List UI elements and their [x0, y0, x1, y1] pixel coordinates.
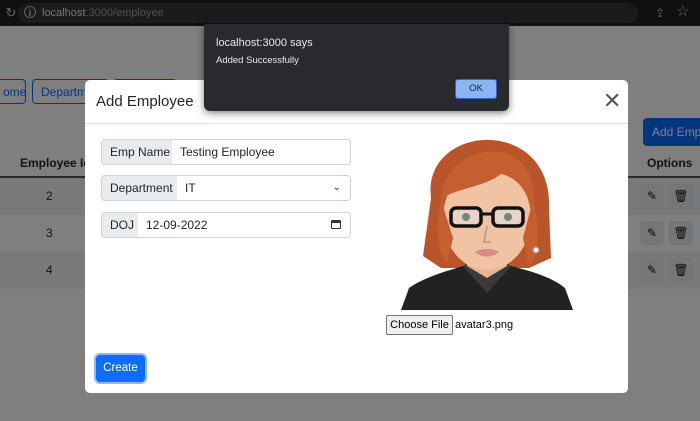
avatar-eye-right [504, 213, 512, 221]
modal-title: Add Employee [96, 93, 194, 110]
department-label: Department [101, 175, 178, 201]
employee-avatar-image [401, 139, 573, 310]
chevron-down-icon: ⌄ [332, 182, 341, 193]
doj-group: DOJ 12-09-2022 [101, 212, 351, 238]
choose-file-button[interactable]: Choose File [386, 315, 453, 335]
alert-ok-button[interactable]: OK [455, 79, 497, 99]
emp-name-label: Emp Name [101, 139, 173, 165]
close-icon[interactable]: ✕ [603, 90, 621, 112]
add-employee-modal: Add Employee ✕ Emp Name Testing Employee… [85, 80, 628, 393]
department-selected-value: IT [185, 181, 196, 195]
doj-value: 12-09-2022 [146, 218, 208, 232]
department-group: Department IT ⌄ [101, 175, 351, 201]
department-select[interactable]: IT ⌄ [177, 175, 351, 201]
create-button[interactable]: Create [96, 355, 145, 382]
alert-origin: localhost:3000 says [216, 37, 313, 49]
emp-name-group: Emp Name Testing Employee [101, 139, 351, 165]
calendar-icon[interactable] [331, 220, 341, 229]
avatar-earring [532, 246, 540, 254]
selected-file-name: avatar3.png [455, 319, 514, 331]
alert-message: Added Successfully [216, 55, 299, 66]
doj-date-input[interactable]: 12-09-2022 [138, 212, 351, 238]
alert-dialog: localhost:3000 says Added Successfully O… [204, 24, 509, 111]
doj-label: DOJ [101, 212, 139, 238]
emp-name-input[interactable]: Testing Employee [172, 139, 351, 165]
avatar-eye-left [462, 213, 470, 221]
